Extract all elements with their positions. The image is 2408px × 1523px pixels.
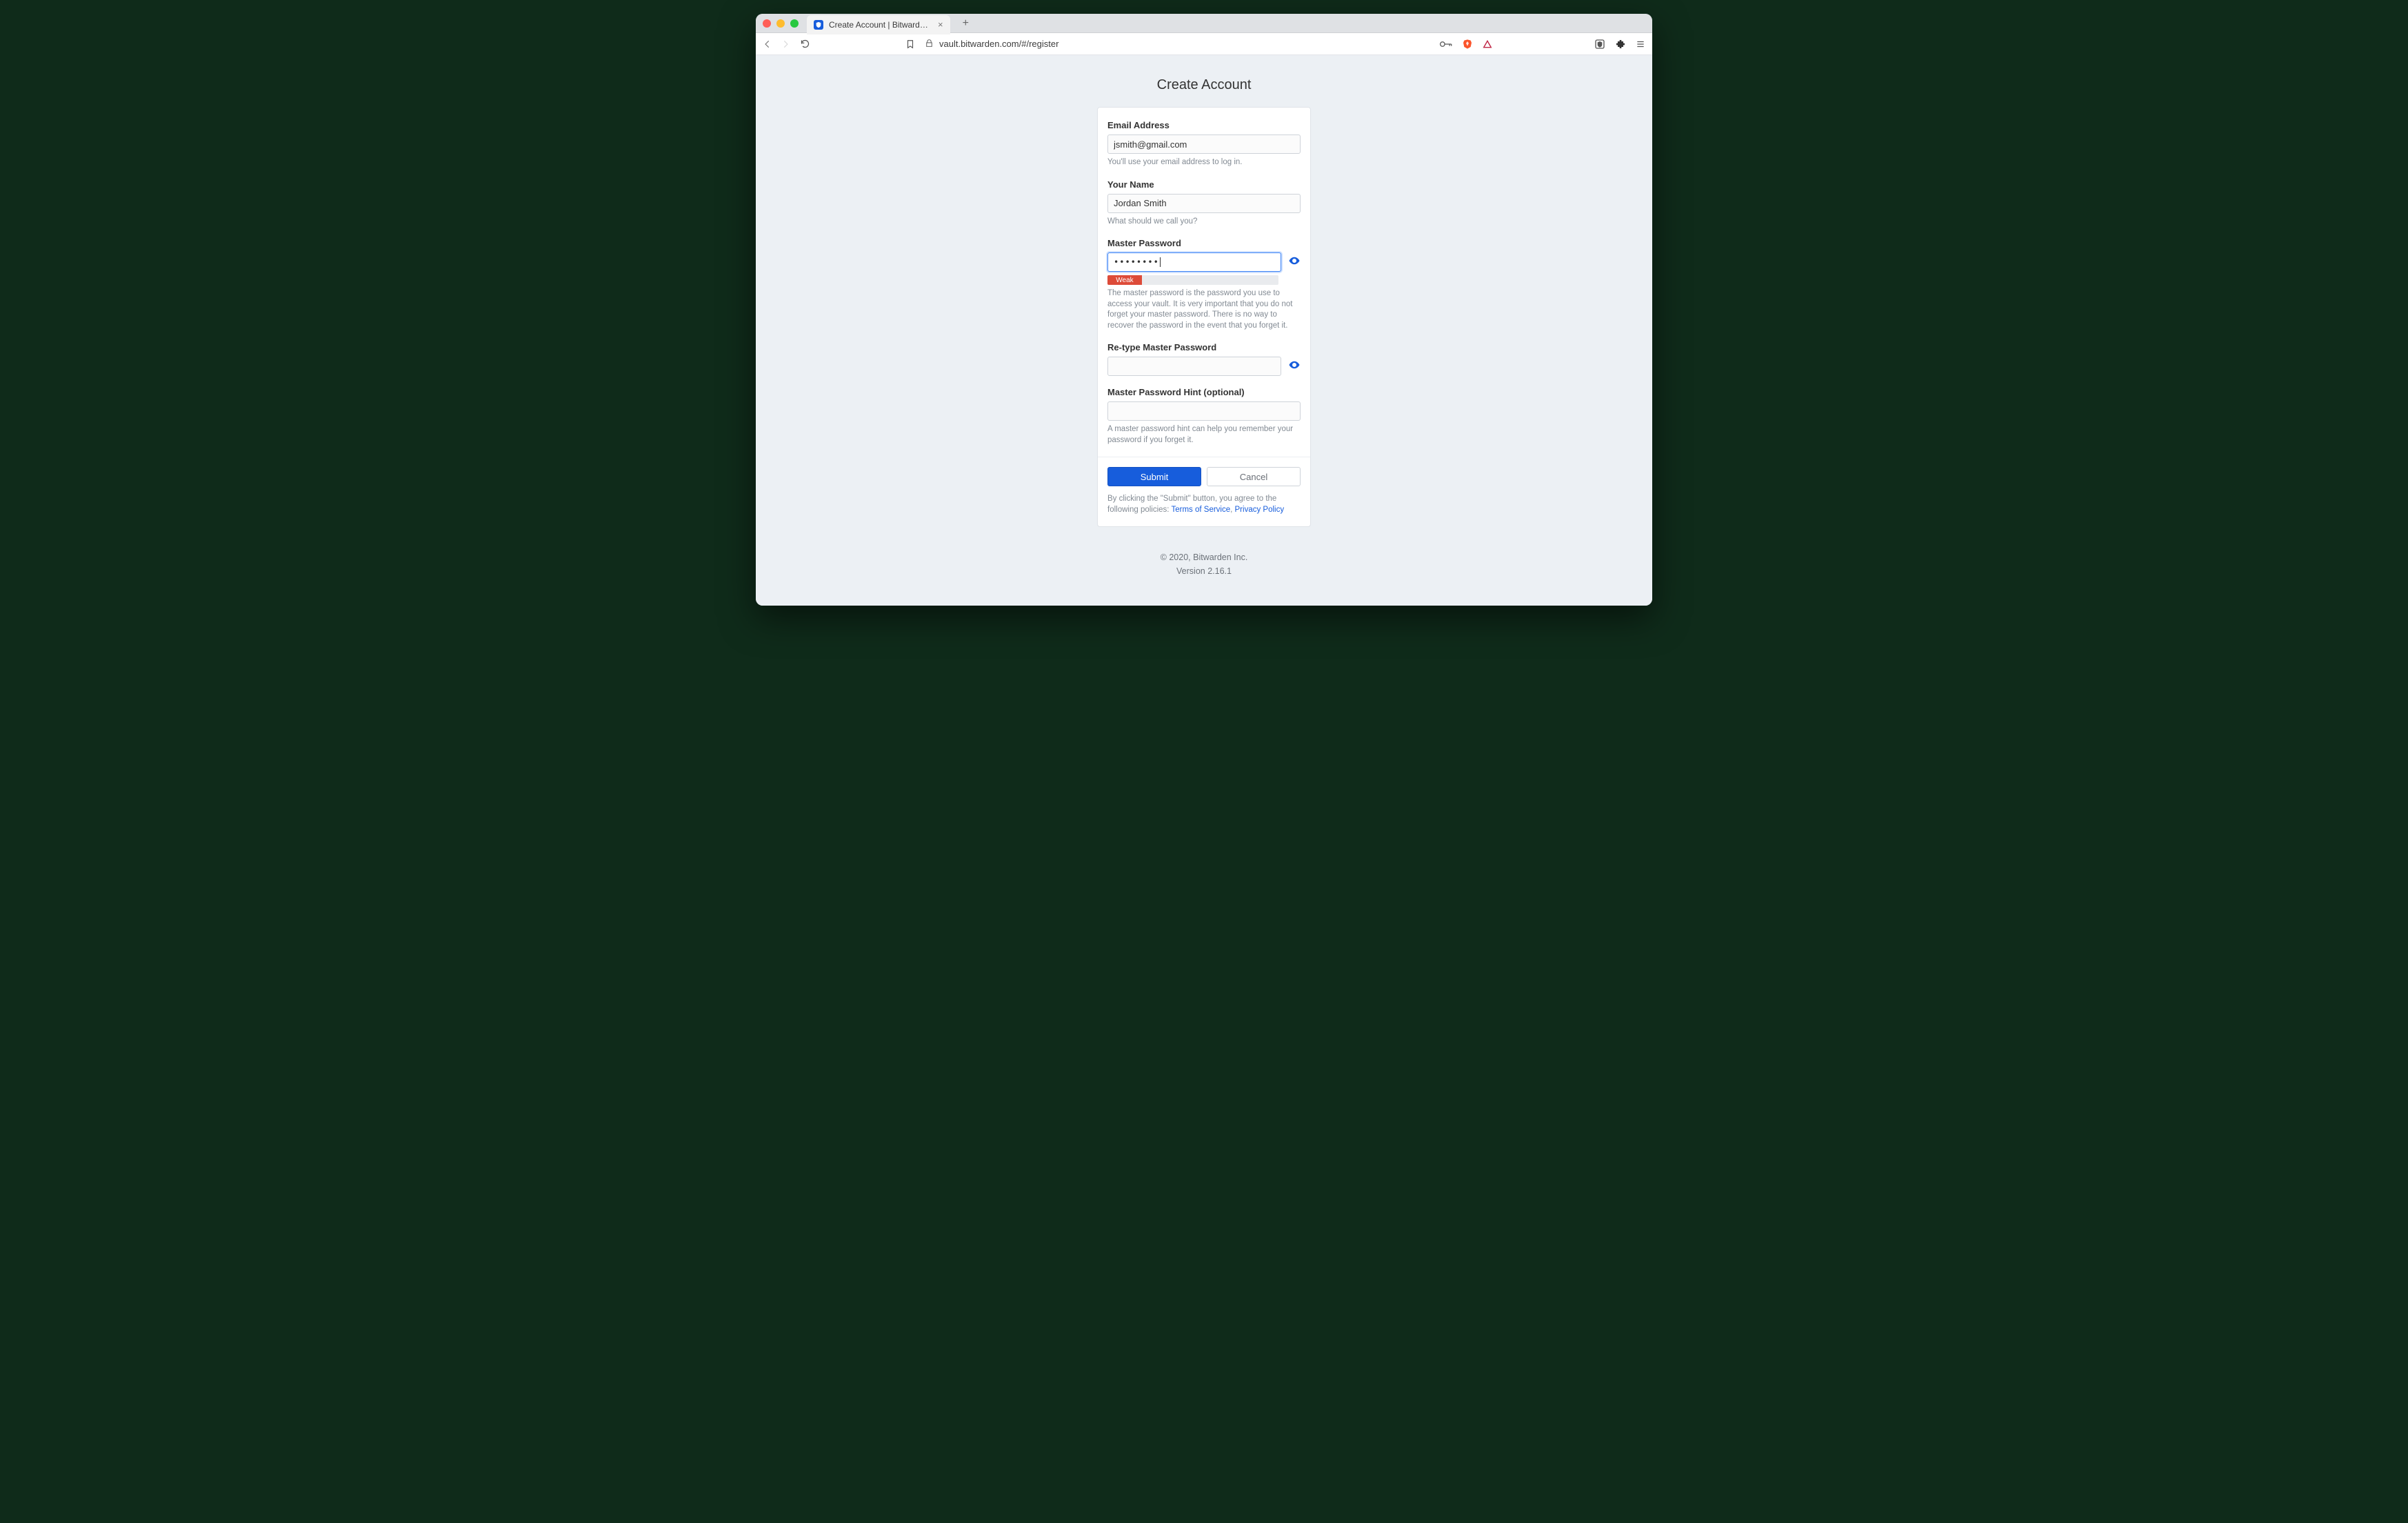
window-controls [763, 19, 799, 28]
password-confirm-input[interactable] [1107, 357, 1281, 376]
password-input[interactable]: •••••••• [1107, 252, 1281, 272]
minimize-window-button[interactable] [776, 19, 785, 28]
reload-button[interactable] [800, 39, 810, 49]
terms-of-service-link[interactable]: Terms of Service [1171, 506, 1230, 514]
name-hint: What should we call you? [1107, 217, 1301, 228]
name-group: Your Name What should we call you? [1107, 179, 1301, 228]
email-input[interactable] [1107, 135, 1301, 154]
browser-window: Create Account | Bitwarden Web × + vault… [756, 14, 1652, 606]
password-confirm-group: Re-type Master Password [1107, 342, 1301, 376]
close-tab-icon[interactable]: × [938, 19, 943, 30]
key-icon[interactable] [1440, 39, 1452, 49]
email-hint: You'll use your email address to log in. [1107, 157, 1301, 168]
text-caret [1160, 257, 1161, 267]
hint-help: A master password hint can help you reme… [1107, 424, 1301, 446]
new-tab-button[interactable]: + [959, 17, 973, 30]
cancel-button-label: Cancel [1240, 472, 1267, 482]
footer-copyright: © 2020, Bitwarden Inc. [756, 550, 1652, 564]
extensions-icon[interactable] [1615, 39, 1626, 50]
password-confirm-label: Re-type Master Password [1107, 342, 1301, 352]
password-strength-bar: Weak [1107, 275, 1278, 285]
password-strength-label: Weak [1116, 277, 1133, 284]
browser-menu-icon[interactable] [1636, 39, 1645, 49]
password-group: Master Password •••••••• Weak The master… [1107, 238, 1301, 331]
name-input[interactable] [1107, 194, 1301, 213]
triangle-icon[interactable] [1483, 39, 1492, 49]
password-strength-fill: Weak [1107, 275, 1142, 285]
lock-icon [925, 39, 934, 50]
password-label: Master Password [1107, 238, 1301, 248]
close-window-button[interactable] [763, 19, 771, 28]
toggle-confirm-visibility-icon[interactable] [1288, 359, 1301, 375]
maximize-window-button[interactable] [790, 19, 799, 28]
toggle-password-visibility-icon[interactable] [1288, 255, 1301, 270]
submit-button[interactable]: Submit [1107, 467, 1201, 486]
forward-button[interactable] [781, 39, 790, 49]
back-button[interactable] [763, 39, 772, 49]
titlebar: Create Account | Bitwarden Web × + [756, 14, 1652, 33]
tab-title: Create Account | Bitwarden Web [829, 20, 932, 30]
password-hint: The master password is the password you … [1107, 288, 1301, 331]
hint-group: Master Password Hint (optional) A master… [1107, 387, 1301, 446]
page-title: Create Account [756, 55, 1652, 107]
address-bar[interactable]: vault.bitwarden.com/#/register [925, 39, 1430, 50]
url-text: vault.bitwarden.com/#/register [939, 39, 1058, 49]
cancel-button[interactable]: Cancel [1207, 467, 1301, 486]
register-card: Email Address You'll use your email addr… [1097, 107, 1311, 527]
email-label: Email Address [1107, 120, 1301, 130]
email-group: Email Address You'll use your email addr… [1107, 120, 1301, 168]
browser-tab[interactable]: Create Account | Bitwarden Web × [807, 15, 950, 34]
submit-button-label: Submit [1141, 472, 1168, 482]
footer-version: Version 2.16.1 [756, 564, 1652, 578]
bitwarden-extension-icon[interactable] [1594, 39, 1605, 50]
agreement-text: By clicking the "Submit" button, you agr… [1107, 493, 1301, 515]
name-label: Your Name [1107, 179, 1301, 190]
password-masked-value: •••••••• [1114, 257, 1159, 267]
bitwarden-favicon [814, 20, 823, 30]
page-footer: © 2020, Bitwarden Inc. Version 2.16.1 [756, 550, 1652, 578]
browser-toolbar: vault.bitwarden.com/#/register [756, 33, 1652, 55]
privacy-policy-link[interactable]: Privacy Policy [1235, 506, 1285, 514]
hint-input[interactable] [1107, 401, 1301, 421]
brave-shield-icon[interactable] [1462, 39, 1473, 50]
page-content: Create Account Email Address You'll use … [756, 55, 1652, 606]
button-row: Submit Cancel [1107, 467, 1301, 486]
hint-label: Master Password Hint (optional) [1107, 387, 1301, 397]
bookmark-icon[interactable] [905, 39, 915, 49]
